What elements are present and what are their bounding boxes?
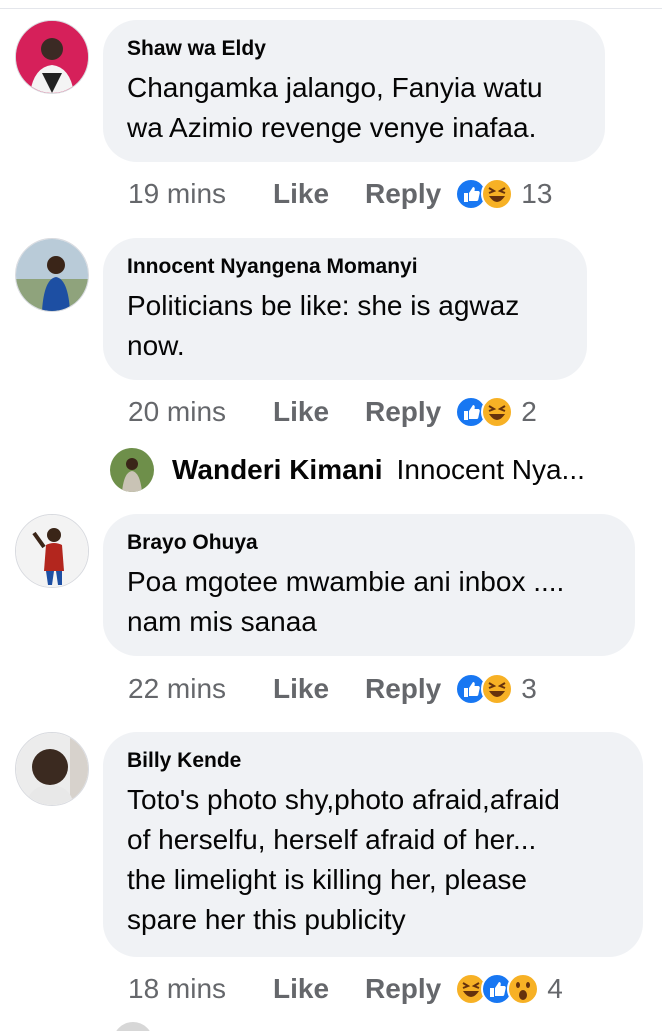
comment-timestamp[interactable]: 20 mins bbox=[128, 396, 273, 428]
reaction-count[interactable]: 2 bbox=[521, 396, 537, 428]
comment-author[interactable]: Billy Kende bbox=[127, 748, 617, 774]
comment-timestamp[interactable]: 18 mins bbox=[128, 973, 273, 1005]
comment-text-line: the limelight is killing her, please bbox=[127, 864, 527, 895]
haha-reaction-icon bbox=[481, 178, 514, 210]
avatar[interactable] bbox=[113, 1022, 153, 1031]
comment-actions: 18 mins Like Reply 4 bbox=[128, 969, 563, 1009]
reply-snippet: Innocent Nya... bbox=[396, 454, 585, 485]
reply-author[interactable]: Wanderi Kimani bbox=[172, 454, 383, 486]
comment-text-line: Changamka jalango, Fanyia watu bbox=[127, 72, 543, 103]
reaction-count[interactable]: 13 bbox=[521, 178, 552, 210]
comment-text-line: Politicians be like: she is agwaz bbox=[127, 290, 520, 321]
reaction-summary[interactable] bbox=[455, 396, 514, 428]
reaction-summary[interactable] bbox=[455, 178, 514, 210]
avatar[interactable] bbox=[15, 238, 89, 312]
comment-text: Poa mgotee mwambie ani inbox .... nam mi… bbox=[127, 562, 609, 642]
reaction-count[interactable]: 3 bbox=[521, 673, 537, 705]
comment-timestamp[interactable]: 22 mins bbox=[128, 673, 273, 705]
haha-reaction-icon bbox=[481, 673, 514, 705]
comment-text-line: of herselfu, herself afraid of her... bbox=[127, 824, 537, 855]
like-button[interactable]: Like bbox=[273, 673, 365, 705]
comment-actions: 19 mins Like Reply 13 bbox=[128, 174, 552, 214]
comment-text-line: wa Azimio revenge venye inafaa. bbox=[127, 112, 537, 143]
comment-author[interactable]: Brayo Ohuya bbox=[127, 530, 609, 556]
comment-bubble: Brayo Ohuya Poa mgotee mwambie ani inbox… bbox=[103, 514, 635, 656]
reply-button[interactable]: Reply bbox=[365, 396, 441, 428]
comment-author[interactable]: Innocent Nyangena Momanyi bbox=[127, 254, 561, 280]
avatar[interactable] bbox=[110, 448, 154, 492]
comment-timestamp[interactable]: 19 mins bbox=[128, 178, 273, 210]
comment-text: Politicians be like: she is agwaz now. bbox=[127, 286, 561, 366]
reaction-summary[interactable] bbox=[455, 673, 514, 705]
comment-actions: 22 mins Like Reply 3 bbox=[128, 669, 537, 709]
comment-text-line: now. bbox=[127, 330, 185, 361]
reply-button[interactable]: Reply bbox=[365, 178, 441, 210]
like-button[interactable]: Like bbox=[273, 396, 365, 428]
like-button[interactable]: Like bbox=[273, 178, 365, 210]
like-button[interactable]: Like bbox=[273, 973, 365, 1005]
comment-text: Changamka jalango, Fanyia watu wa Azimio… bbox=[127, 68, 579, 148]
comment-text-line: Poa mgotee mwambie ani inbox .... bbox=[127, 566, 565, 597]
top-divider bbox=[0, 8, 662, 9]
comment-text-line: spare her this publicity bbox=[127, 904, 406, 935]
comments-panel: Shaw wa Eldy Changamka jalango, Fanyia w… bbox=[0, 0, 662, 1031]
reply-preview[interactable]: Wanderi Kimani Innocent Nya... bbox=[110, 448, 585, 492]
avatar[interactable] bbox=[15, 20, 89, 94]
reply-button[interactable]: Reply bbox=[365, 673, 441, 705]
wow-reaction-icon bbox=[507, 973, 540, 1005]
comment-bubble: Innocent Nyangena Momanyi Politicians be… bbox=[103, 238, 587, 380]
comment-text-line: Toto's photo shy,photo afraid,afraid bbox=[127, 784, 560, 815]
comment-actions: 20 mins Like Reply 2 bbox=[128, 392, 537, 432]
comment-bubble: Billy Kende Toto's photo shy,photo afrai… bbox=[103, 732, 643, 957]
comment-text-line: nam mis sanaa bbox=[127, 606, 317, 637]
comment-bubble: Shaw wa Eldy Changamka jalango, Fanyia w… bbox=[103, 20, 605, 162]
reaction-summary[interactable] bbox=[455, 973, 540, 1005]
comment-text: Toto's photo shy,photo afraid,afraid of … bbox=[127, 780, 617, 940]
comment-author[interactable]: Shaw wa Eldy bbox=[127, 36, 579, 62]
haha-reaction-icon bbox=[481, 396, 514, 428]
avatar[interactable] bbox=[15, 514, 89, 588]
reply-button[interactable]: Reply bbox=[365, 973, 441, 1005]
reaction-count[interactable]: 4 bbox=[547, 973, 563, 1005]
avatar[interactable] bbox=[15, 732, 89, 806]
